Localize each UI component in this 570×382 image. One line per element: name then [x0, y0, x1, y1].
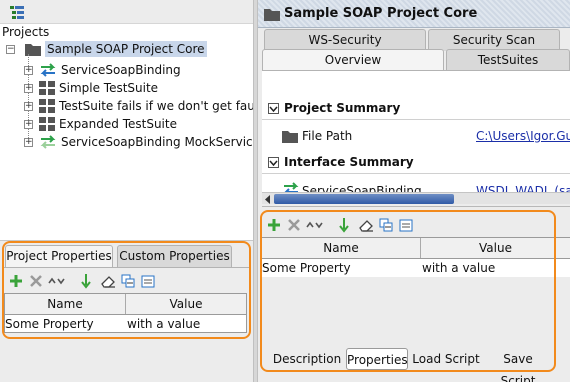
tree-item[interactable]: + ServiceSoapBinding [24, 61, 181, 79]
section-title-interface-summary: Interface Summary [284, 155, 414, 169]
testsuite-grid-icon [39, 117, 55, 131]
overview-content: Project Summary File Path C:\Users\Igor.… [262, 70, 570, 204]
tree-item[interactable]: + ServiceSoapBinding MockService [24, 133, 260, 151]
tab-overview[interactable]: Overview [262, 49, 444, 71]
editor-title-bar: Sample SOAP Project Core [258, 0, 570, 28]
navigator-panel: Projects − Sample SOAP Project Core + Se… [0, 0, 269, 382]
editor-title: Sample SOAP Project Core [284, 6, 478, 21]
section-divider [262, 173, 570, 174]
tree-item-label: ServiceSoapBinding MockService [61, 135, 261, 149]
scroll-left-icon[interactable] [264, 195, 272, 204]
testsuite-grid-icon [39, 81, 55, 95]
mockservice-arrows-icon [39, 135, 57, 149]
expand-toggle-icon[interactable]: + [24, 137, 33, 147]
expand-toggle-icon[interactable]: + [24, 83, 33, 93]
project-editor: Sample SOAP Project Core WS-Security Con… [258, 0, 570, 382]
highlight-right [260, 210, 556, 372]
project-name: Sample SOAP Project Core [45, 41, 207, 57]
tab-security-scan-defaults[interactable]: Security Scan Defaults [428, 29, 560, 67]
tree-item[interactable]: + Simple TestSuite [24, 79, 158, 97]
testsuite-grid-icon [39, 99, 55, 113]
tree-item-label: TestSuite fails if we don't get faults [59, 99, 270, 113]
tree-item[interactable]: + Expanded TestSuite [24, 115, 177, 133]
highlight-left [2, 241, 251, 339]
tab-testsuites[interactable]: TestSuites [446, 49, 570, 71]
section-divider [262, 119, 570, 120]
tree-item[interactable]: + TestSuite fails if we don't get faults [24, 97, 269, 115]
tree-item-label: Expanded TestSuite [59, 117, 177, 131]
tab-ws-security[interactable]: WS-Security Configurations [264, 29, 426, 67]
collapse-toggle-icon[interactable]: − [6, 44, 15, 54]
expand-toggle-icon[interactable]: + [24, 65, 33, 75]
collapse-section-icon[interactable] [268, 103, 279, 114]
file-path-link[interactable]: C:\Users\Igor.Gus [476, 129, 570, 143]
collapse-tree-icon[interactable] [10, 5, 24, 19]
expand-toggle-icon[interactable]: + [24, 119, 33, 129]
tree-item-label: Simple TestSuite [59, 81, 159, 95]
tree-project-node[interactable]: − Sample SOAP Project Core [6, 40, 207, 58]
expand-toggle-icon[interactable]: + [24, 101, 33, 111]
folder-icon [282, 129, 298, 143]
navigator-toolbar [0, 0, 253, 24]
folder-icon [264, 7, 280, 21]
scrollbar-thumb[interactable] [274, 194, 454, 204]
file-path-label: File Path [302, 129, 353, 143]
collapse-section-icon[interactable] [268, 157, 279, 168]
horizontal-scrollbar[interactable] [262, 192, 570, 204]
interface-arrows-icon [39, 63, 57, 77]
tree-item-label: ServiceSoapBinding [61, 63, 181, 77]
projects-label: Projects [2, 25, 50, 39]
section-title-project-summary: Project Summary [284, 101, 401, 115]
